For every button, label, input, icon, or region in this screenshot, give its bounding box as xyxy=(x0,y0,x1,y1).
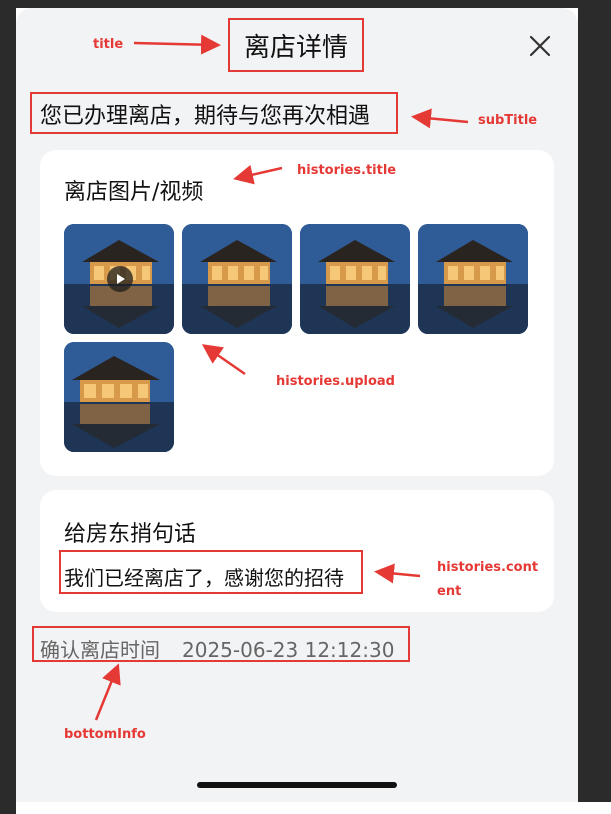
annotation-label-subtitle: subTitle xyxy=(478,113,538,128)
annotation-label-bottominfo: bottomInfo xyxy=(64,727,146,742)
annotation-label-histories-content: histories.cont xyxy=(437,560,539,575)
annotation-label-histories-title: histories.title xyxy=(297,163,397,178)
annotation-label-histories-upload: histories.upload xyxy=(276,374,395,389)
annotation-label-histories-content-cont: ent xyxy=(437,584,462,599)
annotation-label-title: title xyxy=(93,37,124,52)
